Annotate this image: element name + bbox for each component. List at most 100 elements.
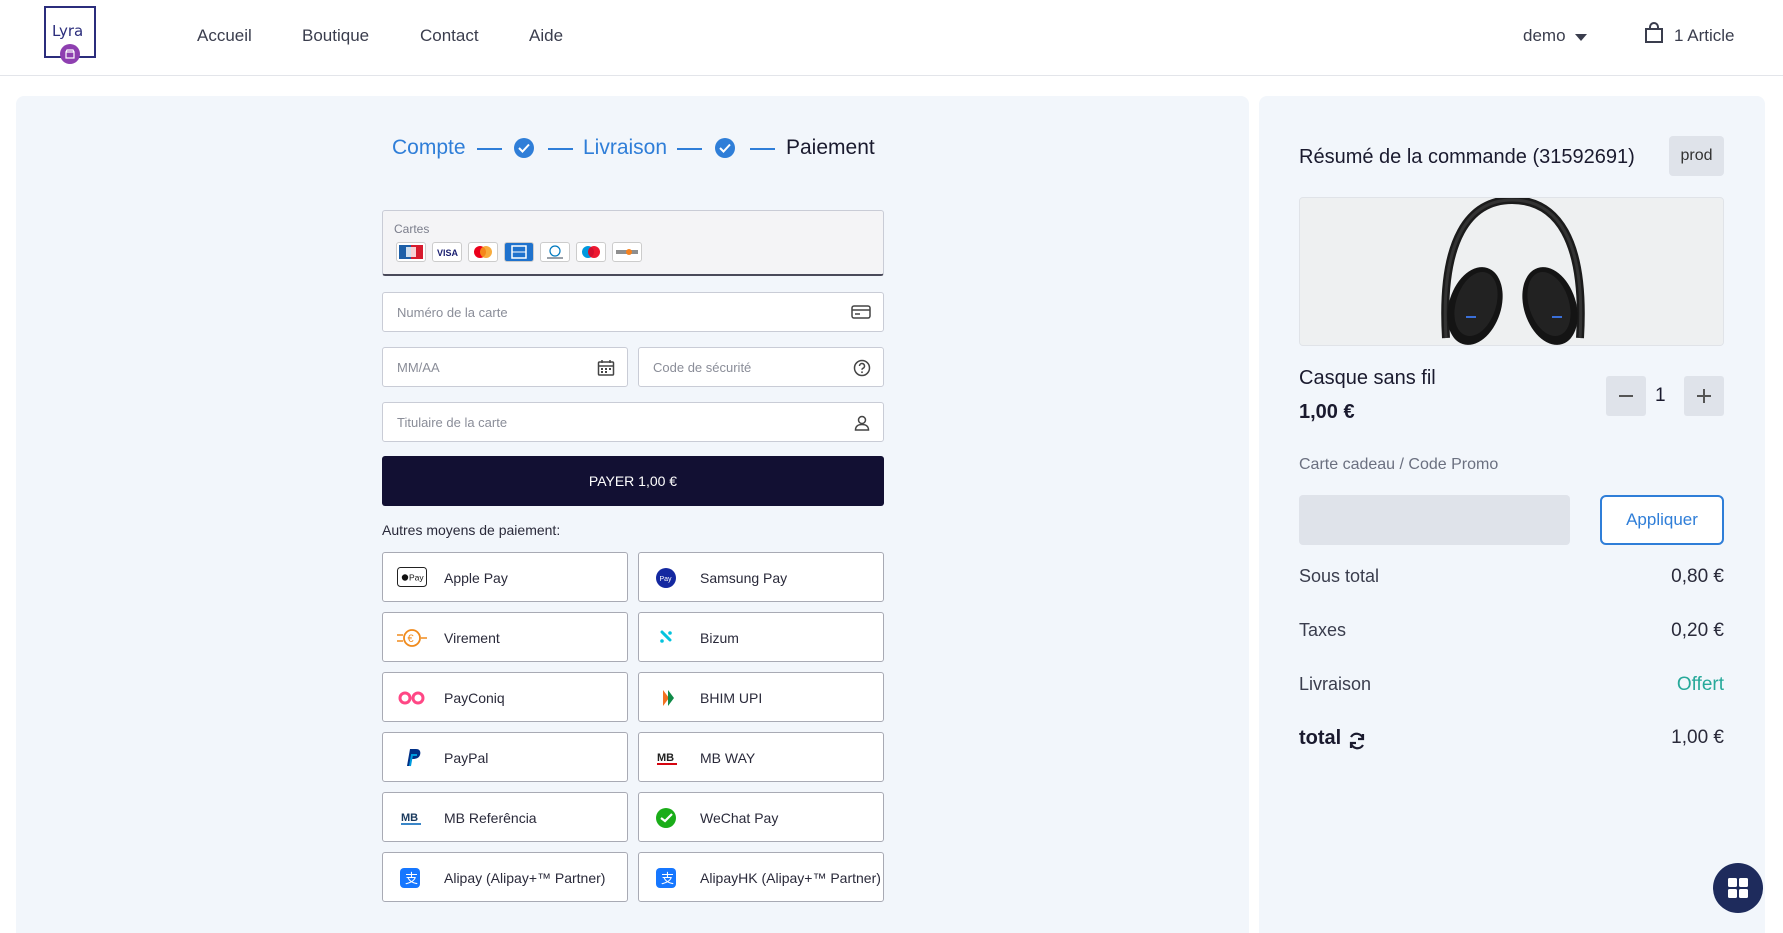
store-icon (60, 44, 80, 64)
apply-promo-button[interactable]: Appliquer (1600, 495, 1724, 545)
cvv-input[interactable] (639, 348, 883, 386)
visa-icon: VISA (432, 242, 462, 262)
product-image (1299, 197, 1724, 346)
payconiq-button[interactable]: PayConiq (382, 672, 628, 722)
credit-card-icon (851, 304, 871, 325)
shipping-value: Offert (1676, 674, 1724, 695)
alipay-button[interactable]: 支 Alipay (Alipay+™ Partner) (382, 852, 628, 902)
product-name: Casque sans fil (1299, 367, 1436, 389)
alipayhk-button[interactable]: 支 AlipayHK (Alipay+™ Partner) (638, 852, 884, 902)
method-label: Alipay (Alipay+™ Partner) (444, 870, 606, 886)
mbway-button[interactable]: MB MB WAY (638, 732, 884, 782)
discover-icon (612, 242, 642, 262)
bizum-icon (653, 627, 683, 649)
step-divider (548, 148, 573, 150)
svg-text:Pay: Pay (660, 576, 673, 583)
step-compte[interactable]: Compte (392, 136, 466, 160)
alipay-icon: 支 (397, 867, 427, 889)
total-value: 1,00 € (1671, 727, 1724, 748)
minus-icon (1619, 395, 1633, 397)
env-badge: prod (1669, 136, 1724, 176)
summary-title: Résumé de la commande (31592691) (1299, 146, 1635, 168)
mb-referencia-icon: MB (397, 807, 427, 829)
method-label: BHIM UPI (700, 690, 763, 706)
step-livraison[interactable]: Livraison (583, 136, 667, 160)
user-menu[interactable]: demo (1523, 26, 1566, 46)
mbway-icon: MB (653, 747, 683, 769)
method-label: MB WAY (700, 750, 756, 766)
cvv-field[interactable] (638, 347, 884, 387)
method-label: WeChat Pay (700, 810, 779, 826)
other-methods-label: Autres moyens de paiement: (382, 522, 561, 538)
refresh-icon[interactable] (1347, 731, 1367, 751)
apple-pay-icon: Pay (397, 567, 427, 589)
cards-label: Cartes (394, 222, 430, 236)
virement-button[interactable]: € Virement (382, 612, 628, 662)
promo-label: Carte cadeau / Code Promo (1299, 456, 1499, 473)
mastercard-icon (468, 242, 498, 262)
method-label: PayConiq (444, 690, 505, 706)
nav-accueil[interactable]: Accueil (197, 26, 252, 46)
check-icon (514, 138, 534, 158)
step-divider (750, 148, 775, 150)
user-icon (853, 414, 871, 437)
step-paiement: Paiement (786, 136, 875, 159)
total-label: total (1299, 727, 1342, 749)
card-brands-box[interactable]: Cartes VISA (382, 210, 884, 276)
amex-icon (504, 242, 534, 262)
card-holder-input[interactable] (383, 403, 883, 441)
apps-menu-button[interactable] (1713, 863, 1763, 913)
paypal-icon (397, 747, 427, 769)
quantity-value: 1 (1655, 385, 1666, 406)
bhim-upi-icon (653, 687, 683, 709)
svg-text:支: 支 (661, 872, 674, 887)
nav-aide[interactable]: Aide (529, 26, 563, 46)
paypal-button[interactable]: PayPal (382, 732, 628, 782)
chevron-down-icon[interactable] (1575, 34, 1587, 41)
card-holder-field[interactable] (382, 402, 884, 442)
method-label: AlipayHK (Alipay+™ Partner) (700, 870, 881, 886)
shopping-bag-icon (1645, 22, 1663, 43)
method-label: MB Referência (444, 810, 537, 826)
help-icon[interactable] (853, 359, 871, 382)
shipping-label: Livraison (1299, 674, 1372, 694)
decrease-quantity-button[interactable] (1606, 376, 1646, 416)
bhim-upi-button[interactable]: BHIM UPI (638, 672, 884, 722)
samsung-pay-button[interactable]: Pay Samsung Pay (638, 552, 884, 602)
increase-quantity-button[interactable] (1684, 376, 1724, 416)
cart-label: 1 Article (1674, 26, 1735, 45)
method-label: Apple Pay (444, 570, 508, 586)
subtotal-label: Sous total (1299, 566, 1380, 586)
lyra-logo[interactable]: Lyra (44, 6, 96, 64)
expiry-input[interactable] (383, 348, 627, 386)
method-label: Bizum (700, 630, 739, 646)
method-label: Samsung Pay (700, 570, 788, 586)
step-divider (677, 148, 702, 150)
nav-contact[interactable]: Contact (420, 26, 479, 46)
top-header: Lyra Accueil Boutique Contact Aide demo … (0, 0, 1783, 76)
card-number-field[interactable] (382, 292, 884, 332)
mb-referencia-button[interactable]: MB MB Referência (382, 792, 628, 842)
pay-button[interactable]: PAYER 1,00 € (382, 456, 884, 506)
method-label: Virement (444, 630, 500, 646)
expiry-field[interactable] (382, 347, 628, 387)
check-icon (715, 138, 735, 158)
svg-text:MB: MB (657, 752, 674, 764)
product-price: 1,00 € (1299, 401, 1355, 423)
nav-boutique[interactable]: Boutique (302, 26, 369, 46)
payconiq-icon (397, 687, 427, 709)
svg-text:MB: MB (401, 812, 418, 824)
bizum-button[interactable]: Bizum (638, 612, 884, 662)
wechat-pay-button[interactable]: WeChat Pay (638, 792, 884, 842)
total-row-label: total (1299, 727, 1389, 753)
svg-text:€: € (408, 633, 414, 645)
card-number-input[interactable] (383, 293, 883, 331)
svg-text:支: 支 (405, 872, 418, 887)
method-label: PayPal (444, 750, 489, 766)
grid-icon (1728, 878, 1748, 898)
promo-code-input[interactable] (1299, 495, 1570, 545)
diners-icon (540, 242, 570, 262)
apple-pay-button[interactable]: Pay Apple Pay (382, 552, 628, 602)
taxes-label: Taxes (1299, 620, 1347, 640)
transfer-icon: € (397, 627, 427, 649)
